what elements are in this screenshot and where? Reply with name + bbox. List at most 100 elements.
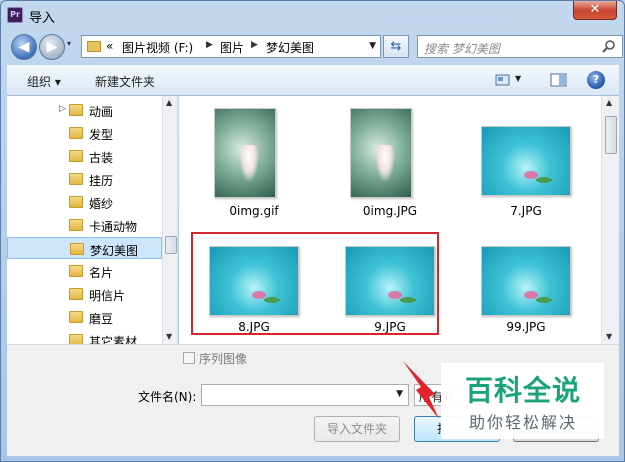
nav-item-label: 卡通动物 [89, 220, 138, 234]
nav-item[interactable]: 挂历 [7, 168, 162, 190]
file-thumbnail[interactable]: 99.JPG [461, 236, 591, 344]
breadcrumb-drive[interactable]: 图片视频 (F:) [122, 39, 193, 56]
nav-item-label: 发型 [89, 128, 114, 142]
folder-icon [69, 219, 83, 231]
leaf-shape [400, 297, 416, 303]
import-folder-button[interactable]: 导入文件夹 [314, 416, 400, 442]
nav-item[interactable]: 卡通动物 [7, 214, 162, 236]
folder-icon [69, 127, 83, 139]
address-row: ◀ ▶ ▾ « 图片视频 (F:) ▶ 图片 ▶ 梦幻美图 ▼ ⇆ 搜索 梦幻美… [7, 32, 623, 62]
thumbnail-image [214, 108, 276, 198]
file-list-scrollbar[interactable]: ▲ ▼ [601, 96, 619, 344]
file-thumbnail[interactable]: 0img.JPG [325, 100, 455, 220]
view-options-icon[interactable] [495, 72, 513, 88]
refresh-button[interactable]: ⇆ [383, 35, 409, 58]
window-title: 导入 [29, 11, 56, 26]
folder-icon [70, 243, 84, 255]
breadcrumb-overflow[interactable]: « [106, 39, 113, 53]
nav-item-label: 挂历 [89, 174, 114, 188]
nav-item[interactable]: ▷ 动画 [7, 99, 162, 121]
file-list: 0img.gif 0img.JPG 7.JPG 8.JPG 9.JPG 99.JPG [179, 96, 619, 344]
scroll-up-icon[interactable]: ▲ [606, 98, 612, 107]
thumbnail-image [209, 246, 299, 316]
nav-item[interactable]: 婚纱 [7, 191, 162, 213]
search-icon[interactable] [602, 39, 616, 53]
scroll-up-icon[interactable]: ▲ [166, 98, 172, 107]
address-bar[interactable]: « 图片视频 (F:) ▶ 图片 ▶ 梦幻美图 ▼ [81, 35, 381, 58]
new-folder-button[interactable]: 新建文件夹 [95, 73, 155, 90]
premiere-app-icon: Pr [7, 7, 23, 23]
nav-item-label: 梦幻美图 [90, 244, 139, 258]
nav-item-label: 古装 [89, 151, 114, 165]
scroll-down-icon[interactable]: ▼ [166, 332, 172, 341]
nav-item-label: 婚纱 [89, 197, 114, 211]
file-thumbnail[interactable]: 0img.gif [189, 100, 319, 220]
nav-item-label: 动画 [89, 105, 114, 119]
nav-scrollbar[interactable]: ▲ ▼ [162, 96, 177, 344]
folder-icon [69, 334, 83, 344]
thumbnail-image [345, 246, 435, 316]
nav-item[interactable]: 梦幻美图 [7, 237, 162, 259]
navigation-pane: 其它素材 磨豆 明信片 名片 梦幻美图 卡通动物 婚纱 挂历 古装 发型 ▷ 动画 ▲ ▼ [7, 96, 178, 344]
folder-icon [69, 288, 83, 300]
title-bar: Pr 导入 ✕ [1, 1, 624, 29]
fairy-figure [375, 145, 395, 183]
leaf-shape [536, 177, 552, 183]
watermark-title: 百科全说 [464, 374, 581, 407]
folder-icon [69, 150, 83, 162]
forward-button[interactable]: ▶ [39, 34, 65, 60]
file-name[interactable]: 99.JPG [461, 320, 591, 334]
nav-item-label: 名片 [89, 266, 114, 280]
import-dialog: Pr 导入 ✕ ◀ ▶ ▾ « 图片视频 (F:) ▶ 图片 ▶ 梦幻美图 ▼ … [0, 0, 625, 462]
file-name[interactable]: 0img.gif [189, 204, 319, 218]
fairy-figure [239, 145, 259, 183]
watermark-subtitle: 助你轻松解决 [468, 413, 577, 432]
watermark: 百科全说 助你轻松解决 [441, 363, 604, 439]
nav-scroll-thumb[interactable] [165, 236, 177, 254]
recent-pages-dropdown[interactable]: ▾ [67, 39, 71, 48]
nav-item[interactable]: 其它素材 [7, 329, 162, 344]
file-name[interactable]: 8.JPG [189, 320, 319, 334]
help-icon[interactable]: ? [587, 71, 605, 89]
nav-item[interactable]: 磨豆 [7, 306, 162, 328]
breadcrumb-separator-icon[interactable]: ▶ [206, 40, 213, 50]
folder-icon [87, 41, 101, 52]
close-button[interactable]: ✕ [573, 1, 617, 20]
file-thumbnail[interactable]: 8.JPG [189, 236, 319, 344]
nav-item-label: 磨豆 [89, 312, 114, 326]
breadcrumb-pictures[interactable]: 图片 [220, 39, 244, 56]
thumbnail-image [350, 108, 412, 198]
nav-item[interactable]: 名片 [7, 260, 162, 282]
nav-item[interactable]: 明信片 [7, 283, 162, 305]
file-name[interactable]: 0img.JPG [325, 204, 455, 218]
search-placeholder[interactable]: 搜索 梦幻美图 [424, 40, 500, 57]
sequence-label: 序列图像 [199, 352, 248, 366]
organize-button[interactable]: 组织 ▾ [27, 73, 61, 90]
breadcrumb-current[interactable]: 梦幻美图 [266, 39, 314, 56]
expand-arrow-icon[interactable]: ▷ [59, 104, 66, 114]
leaf-shape [536, 297, 552, 303]
file-name[interactable]: 7.JPG [461, 204, 591, 218]
filename-label: 文件名(N): [138, 390, 197, 404]
address-dropdown-icon[interactable]: ▼ [369, 41, 376, 51]
search-box[interactable]: 搜索 梦幻美图 [417, 35, 623, 58]
nav-item[interactable]: 古装 [7, 145, 162, 167]
sequence-checkbox[interactable] [183, 352, 195, 364]
folder-icon [69, 265, 83, 277]
file-thumbnail[interactable]: 7.JPG [461, 116, 591, 236]
filename-dropdown-icon[interactable]: ▼ [396, 389, 403, 399]
filename-field[interactable]: ▼ [201, 384, 409, 406]
view-dropdown-icon[interactable]: ▼ [515, 74, 521, 83]
back-button[interactable]: ◀ [11, 34, 37, 60]
thumbnail-image [481, 246, 571, 316]
breadcrumb-separator-icon[interactable]: ▶ [251, 40, 258, 50]
leaf-shape [264, 297, 280, 303]
nav-item[interactable]: 发型 [7, 122, 162, 144]
nav-item-label: 明信片 [89, 289, 126, 303]
scroll-down-icon[interactable]: ▼ [606, 332, 612, 341]
file-name[interactable]: 9.JPG [325, 320, 455, 334]
preview-pane-icon[interactable] [550, 72, 568, 88]
folder-icon [69, 173, 83, 185]
file-list-scroll-thumb[interactable] [605, 116, 617, 154]
file-thumbnail[interactable]: 9.JPG [325, 236, 455, 344]
